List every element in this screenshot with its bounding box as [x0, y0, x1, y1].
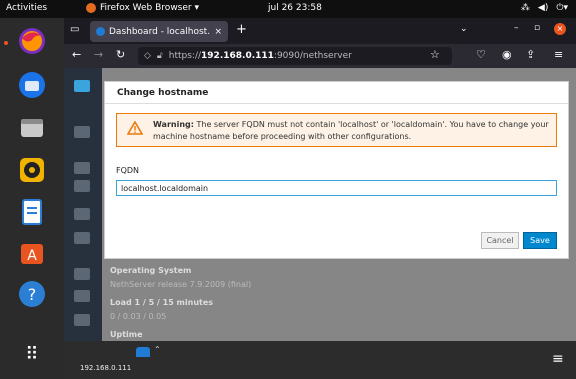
software-center-icon[interactable]	[74, 268, 90, 280]
os-value: NethServer release 7.9.2009 (final)	[110, 280, 252, 289]
remote-host-label: 192.168.0.111	[80, 364, 132, 372]
close-window-icon[interactable]: ×	[554, 23, 566, 35]
app-menu-label: Firefox Web Browser ▾	[100, 3, 199, 13]
nav-bar: ← → ↻ ◇ 🔓︎ https://192.168.0.111:9090/ne…	[64, 44, 576, 68]
tab-dashboard[interactable]: Dashboard - localhost.loc ×	[90, 21, 228, 42]
fqdn-label: FQDN	[116, 166, 140, 175]
remote-display-icon[interactable]	[136, 347, 150, 357]
storage-icon[interactable]	[74, 180, 90, 192]
applications-icon[interactable]	[74, 162, 90, 174]
pocket-icon[interactable]: ♡	[476, 48, 486, 61]
rhythmbox-dock-icon[interactable]	[14, 152, 50, 188]
app-menu[interactable]: Firefox Web Browser ▾	[86, 3, 199, 13]
tab-bar: ▭ Dashboard - localhost.loc × + ⌄ – ▫ ×	[64, 18, 576, 44]
panel-menu-icon[interactable]: ≡	[552, 351, 564, 367]
activities-button[interactable]: Activities	[6, 3, 47, 13]
power-icon: ⏻▾	[556, 3, 568, 13]
bottom-panel: ⌃ 192.168.0.111 ≡	[64, 341, 576, 379]
clock[interactable]: jul 26 23:58	[268, 3, 322, 13]
expand-icon[interactable]: ⌃	[154, 345, 161, 354]
lock-warning-icon[interactable]: 🔓︎	[157, 51, 163, 61]
account-icon[interactable]: ◉	[502, 48, 512, 61]
gnome-top-bar: Activities Firefox Web Browser ▾ jul 26 …	[0, 0, 576, 18]
tab-title: Dashboard - localhost.loc	[109, 26, 211, 37]
warning-text: The server FQDN must not contain 'localh…	[153, 120, 549, 141]
running-indicator	[4, 41, 8, 45]
back-icon[interactable]: ←	[72, 48, 81, 61]
warning-alert: Warning: The server FQDN must not contai…	[116, 113, 557, 147]
fqdn-input[interactable]	[116, 180, 557, 196]
network-icon: ⁂	[520, 3, 530, 13]
firefox-icon	[86, 3, 96, 13]
users-icon[interactable]	[74, 126, 90, 138]
uptime-heading: Uptime	[110, 330, 143, 339]
url-text: https://192.168.0.111:9090/nethserver	[168, 51, 352, 61]
load-heading: Load 1 / 5 / 15 minutes	[110, 298, 214, 307]
menu-icon[interactable]: ≡	[554, 48, 563, 61]
dock: A ?	[0, 18, 64, 379]
modal-title: Change hostname	[105, 82, 568, 104]
minimize-icon[interactable]: –	[514, 23, 519, 33]
nethserver-sidebar	[64, 68, 102, 341]
tab-list-icon[interactable]: ⌄	[460, 24, 468, 34]
files-dock-icon[interactable]	[14, 110, 50, 146]
software-dock-icon[interactable]: A	[14, 234, 50, 270]
save-button[interactable]: Save	[523, 232, 557, 249]
maximize-icon[interactable]: ▫	[534, 23, 540, 33]
thunderbird-dock-icon[interactable]	[14, 67, 50, 103]
extensions-icon[interactable]: ⇪	[526, 48, 535, 61]
shield-icon[interactable]: ◇	[144, 51, 151, 61]
system-menu[interactable]: ⁂ ◀) ⏻▾	[521, 3, 568, 13]
warning-label: Warning:	[153, 120, 194, 129]
firefox-dock-icon[interactable]	[14, 23, 50, 59]
writer-dock-icon[interactable]	[14, 194, 50, 230]
cancel-button[interactable]: Cancel	[481, 232, 519, 249]
reload-icon[interactable]: ↻	[116, 48, 125, 61]
bookmark-star-icon[interactable]: ☆	[430, 48, 440, 61]
change-hostname-modal: Change hostname Warning: The server FQDN…	[104, 81, 569, 259]
dashboard-icon[interactable]	[74, 80, 90, 92]
warning-icon	[127, 121, 143, 135]
url-bar[interactable]: ◇ 🔓︎ https://192.168.0.111:9090/nethserv…	[138, 47, 452, 65]
show-applications-button[interactable]: ⠿	[14, 338, 50, 370]
favicon-icon	[96, 27, 105, 36]
os-heading: Operating System	[110, 266, 192, 275]
tab-close-icon[interactable]: ×	[214, 27, 222, 37]
backup-icon[interactable]	[74, 290, 90, 302]
network-sidebar-icon[interactable]	[74, 208, 90, 220]
forward-icon[interactable]: →	[94, 48, 103, 61]
services-icon[interactable]	[74, 232, 90, 244]
new-tab-button[interactable]: +	[236, 22, 247, 37]
volume-icon: ◀)	[537, 3, 549, 13]
svg-text:?: ?	[28, 285, 37, 304]
svg-text:A: A	[27, 248, 37, 264]
tab-overview-icon[interactable]: ▭	[70, 24, 79, 35]
settings-icon[interactable]	[74, 314, 90, 326]
load-value: 0 / 0.03 / 0.05	[110, 312, 167, 321]
help-dock-icon[interactable]: ?	[14, 276, 50, 312]
